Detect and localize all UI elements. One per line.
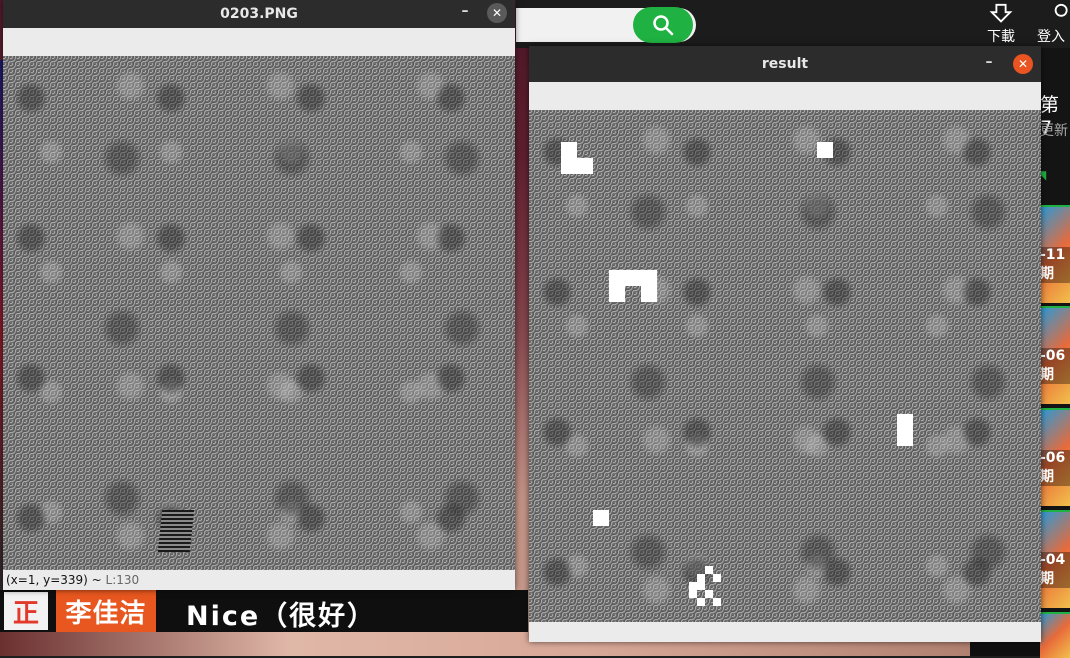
sidebar-thumbnail[interactable]: -06期: [1040, 306, 1070, 404]
thumb-label: -11期: [1040, 247, 1070, 283]
subtitle-text: Nice（很好）: [186, 601, 377, 632]
user-icon: [1054, 3, 1068, 17]
sidebar-update: 更新: [1040, 123, 1068, 139]
close-icon: ✕: [1017, 57, 1029, 71]
image-canvas[interactable]: [3, 56, 515, 570]
detected-region: [897, 414, 913, 446]
detected-region: [705, 566, 713, 574]
cursor-coordinates: (x=1, y=339) ~: [6, 573, 102, 587]
detected-region: [609, 286, 625, 302]
detected-region: [697, 574, 705, 582]
download-icon: [989, 3, 1013, 23]
close-button[interactable]: ✕: [1013, 54, 1033, 74]
window-titlebar[interactable]: result – ✕: [529, 46, 1041, 82]
close-icon: ✕: [491, 6, 503, 20]
detected-region: [561, 142, 577, 174]
sidebar-thumbnail[interactable]: -11期: [1040, 205, 1070, 303]
detected-region: [689, 582, 705, 590]
detected-region: [577, 158, 593, 174]
sidebar-thumbnail[interactable]: -06期: [1040, 408, 1070, 506]
download-label: 下載: [987, 29, 1015, 45]
subtitle-badge: 正: [4, 592, 48, 630]
pixel-level: L:130: [105, 573, 140, 587]
detected-region: [689, 590, 697, 598]
window-titlebar[interactable]: 0203.PNG – ✕: [3, 0, 515, 28]
detected-region: [697, 598, 705, 606]
login-button[interactable]: 登入: [1034, 2, 1068, 46]
detected-region: [609, 270, 657, 286]
search-icon: [653, 15, 674, 36]
login-label: 登入: [1037, 29, 1065, 45]
window-toolbar: [529, 82, 1041, 110]
window-title: 0203.PNG: [220, 6, 298, 22]
thumb-label: -04期: [1040, 552, 1070, 588]
detected-region: [817, 142, 833, 158]
subtitle-speaker: 李佳洁: [56, 590, 156, 632]
detected-region: [705, 590, 713, 598]
detected-region: [713, 574, 721, 582]
window-toolbar: [3, 28, 515, 56]
minimize-button[interactable]: –: [455, 3, 475, 19]
sidebar-thumbnail[interactable]: -04期: [1040, 510, 1070, 608]
image-window-0203[interactable]: 0203.PNG – ✕ (x=1, y=339) ~ L:130: [3, 0, 515, 590]
close-button[interactable]: ✕: [487, 3, 507, 23]
thumb-label: -06期: [1040, 450, 1070, 486]
minimize-button[interactable]: –: [979, 54, 999, 70]
download-button[interactable]: 下載: [984, 2, 1018, 46]
search-button[interactable]: [633, 7, 693, 43]
status-bar: [529, 622, 1041, 642]
window-title: result: [761, 56, 809, 72]
thumb-label: -06期: [1040, 348, 1070, 384]
sidebar-thumbnail[interactable]: [1040, 612, 1070, 658]
image-window-result[interactable]: result – ✕: [529, 46, 1041, 642]
detected-region: [713, 598, 721, 606]
status-bar: (x=1, y=339) ~ L:130: [3, 570, 515, 590]
line-pattern-region: [157, 510, 195, 552]
detected-region: [641, 286, 657, 302]
image-canvas[interactable]: [529, 110, 1041, 622]
detected-region: [593, 510, 609, 526]
